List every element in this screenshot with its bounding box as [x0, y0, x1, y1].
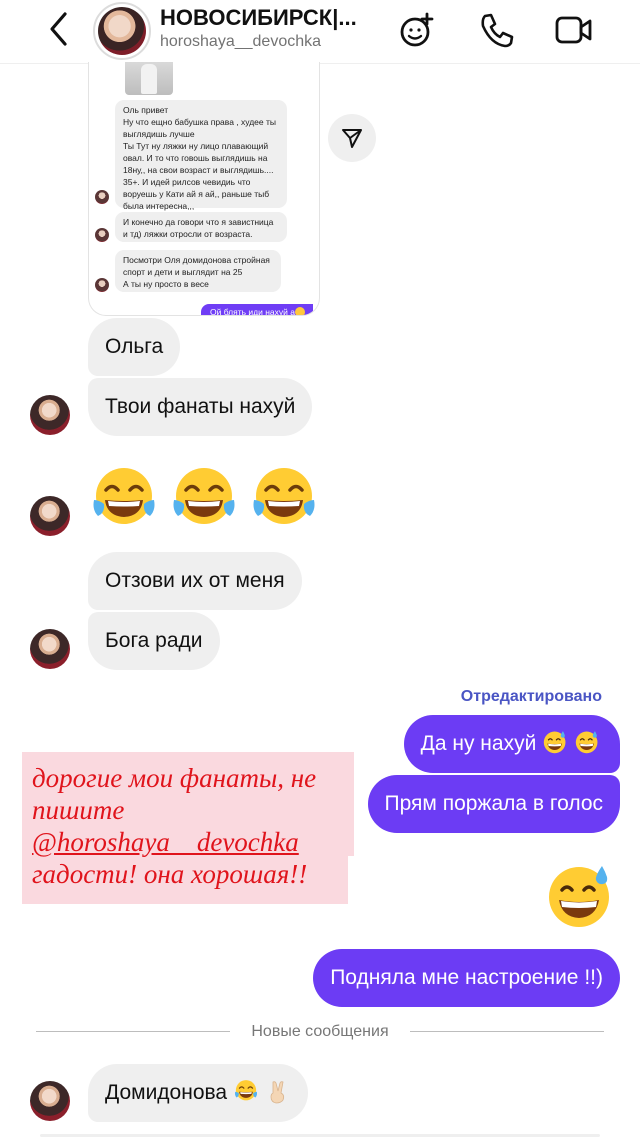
shared-screenshot-image[interactable]: Оль привет Ну что ещно бабушка права , х… [88, 62, 320, 316]
avatar[interactable] [30, 1081, 70, 1121]
message-bubble-outgoing[interactable]: Подняла мне настроение !!) [313, 949, 620, 1007]
chat-header: НОВОСИБИРСК|... horoshaya__devochka [0, 0, 640, 64]
emoji-message[interactable] [88, 462, 338, 532]
divider-label: Новые сообщения [251, 1023, 389, 1040]
grinning-sweat-emoji[interactable] [544, 860, 616, 932]
avatar[interactable] [30, 629, 70, 669]
overlay-line: гадости! она хорошая!! [32, 859, 308, 889]
face-with-tears-of-joy-emoji [248, 462, 320, 534]
avatar[interactable] [30, 395, 70, 435]
share-icon [342, 129, 362, 148]
chevron-left-icon [50, 12, 67, 46]
face-with-tears-of-joy-emoji [168, 462, 240, 534]
avatar [95, 190, 109, 204]
screenshot-reply-text: Ой блять иди нахуй а [209, 307, 295, 316]
avatar [95, 278, 109, 292]
overlay-text: дорогие мои фанаты, не пишите @horoshaya… [32, 762, 352, 890]
screenshot-message: Посмотри Оля домидонова стройная спорт и… [115, 250, 281, 292]
screenshot-message: Оль привет Ну что ещно бабушка права , х… [115, 100, 287, 211]
message-text: Домидонова [105, 1081, 228, 1104]
screenshot-message: И конечно да говори что я завистница и т… [115, 212, 287, 242]
divider-line [410, 1031, 604, 1032]
grinning-sweat-emoji [542, 729, 568, 755]
message-bubble[interactable]: Отзови их от меня [88, 552, 302, 610]
overlay-mention: @horoshaya__devochka [32, 827, 299, 857]
edited-label: Отредактировано [460, 688, 602, 705]
caption-overlay: дорогие мои фанаты, не пишите @horoshaya… [22, 752, 354, 904]
avatar [95, 228, 109, 242]
grinning-sweat-emoji [574, 729, 600, 755]
phone-icon [481, 13, 514, 48]
back-button[interactable] [44, 10, 76, 48]
new-messages-divider: Новые сообщения [36, 1018, 604, 1046]
video-call-button[interactable] [554, 10, 594, 50]
grinning-sweat-emoji [295, 307, 305, 315]
photo-thumbnail [125, 62, 173, 95]
overlay-line: дорогие мои фанаты, не [32, 763, 317, 793]
chat-title[interactable]: НОВОСИБИРСК|... [160, 5, 375, 31]
message-bubble[interactable]: Домидонова [88, 1064, 308, 1122]
message-text: Да ну нахуй [420, 732, 537, 755]
audio-call-button[interactable] [476, 10, 516, 50]
avatar [98, 7, 146, 55]
screenshot-reply: Ой блять иди нахуй а [200, 304, 313, 316]
message-bubble[interactable]: Твои фанаты нахуй [88, 378, 313, 436]
face-with-tears-of-joy-emoji [88, 462, 160, 534]
profile-avatar[interactable] [93, 2, 151, 60]
face-with-tears-of-joy-emoji [233, 1078, 259, 1104]
chat-username[interactable]: horoshaya__devochka [160, 33, 321, 51]
emoji-sticker-icon [400, 12, 434, 47]
message-bubble-outgoing[interactable]: Прям поржала в голос [367, 775, 620, 833]
victory-hand-emoji [265, 1078, 291, 1104]
share-button[interactable] [328, 114, 376, 162]
sticker-button[interactable] [398, 10, 438, 50]
avatar[interactable] [30, 496, 70, 536]
message-bubble[interactable]: Бога ради [88, 612, 220, 670]
overlay-line: пишите [32, 795, 125, 825]
message-bubble[interactable]: Ольга [88, 318, 181, 376]
video-call-icon [555, 16, 592, 44]
message-bubble-outgoing[interactable]: Да ну нахуй [403, 715, 620, 773]
